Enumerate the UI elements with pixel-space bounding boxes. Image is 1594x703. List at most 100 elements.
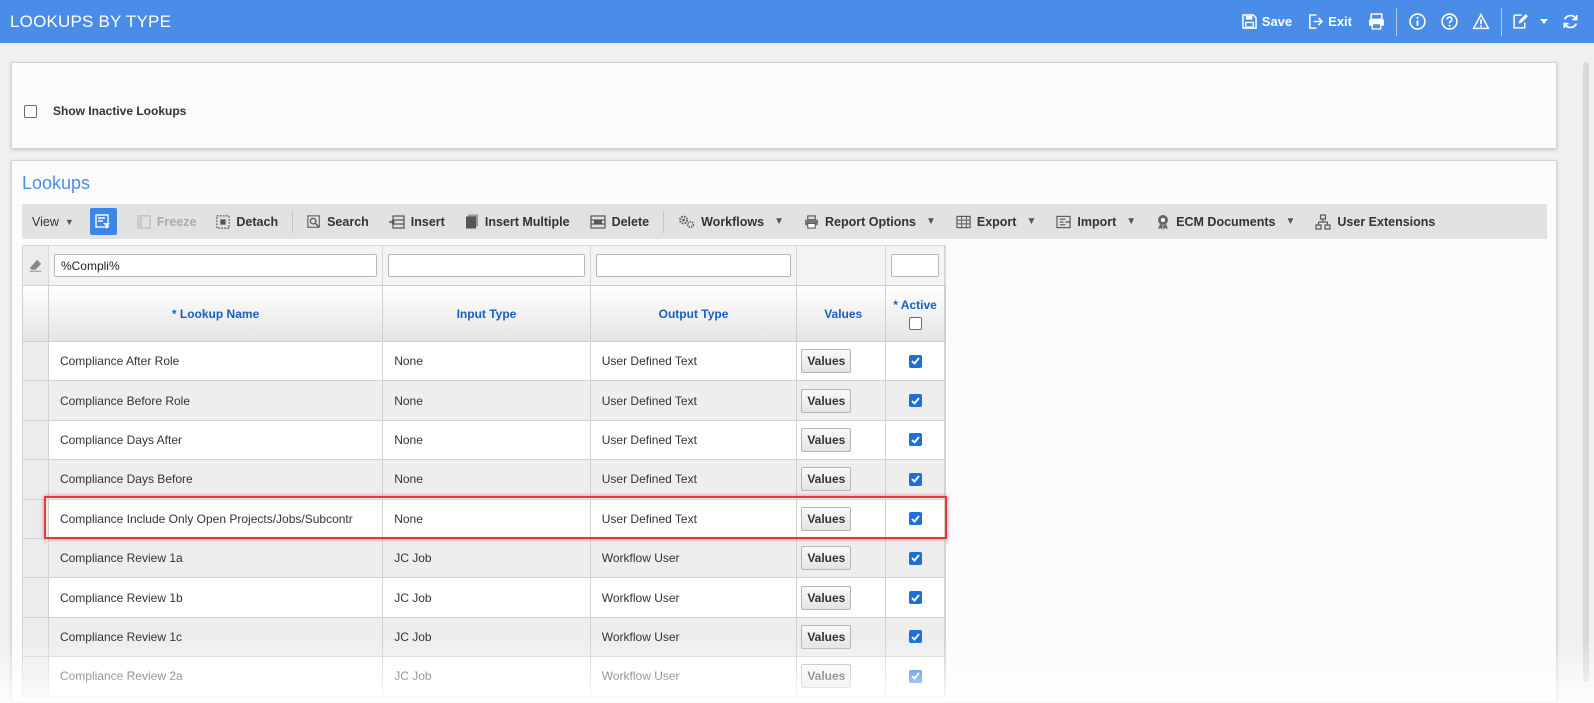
edit-layout-button[interactable]	[1506, 0, 1534, 43]
insert-button[interactable]: Insert	[379, 204, 455, 239]
output-type-filter-input[interactable]	[595, 254, 792, 277]
select-all-active-checkbox[interactable]	[908, 316, 922, 330]
row-selector[interactable]	[23, 342, 49, 381]
output-type-cell[interactable]: User Defined Text	[591, 499, 798, 538]
output-type-cell[interactable]: Workflow User	[591, 617, 798, 657]
values-button[interactable]: Values	[801, 427, 852, 452]
output-type-cell[interactable]: User Defined Text	[591, 420, 798, 460]
input-type-cell[interactable]: JC Job	[383, 578, 591, 617]
row-selector[interactable]	[23, 617, 49, 657]
view-menu[interactable]: View ▼	[22, 204, 84, 239]
output-type-cell[interactable]: Workflow User	[591, 538, 798, 578]
values-button[interactable]: Values	[801, 624, 852, 649]
table-row[interactable]: Compliance Days After None User Defined Te…	[22, 420, 946, 461]
active-checkbox[interactable]	[908, 630, 922, 644]
lookup-name-cell[interactable]: Compliance Review 1b	[49, 578, 384, 617]
input-type-cell[interactable]: None	[383, 381, 591, 420]
ecm-documents-button[interactable]: ECM Documents	[1146, 204, 1285, 239]
table-row[interactable]: Compliance Days Before None User Defined T…	[22, 460, 946, 500]
lookup-name-cell[interactable]: Compliance Days Before	[49, 460, 384, 499]
input-type-cell[interactable]: JC Job	[383, 657, 591, 696]
report-options-button[interactable]: Report Options	[794, 204, 926, 239]
input-type-filter-input[interactable]	[388, 254, 585, 277]
values-button[interactable]: Values	[801, 546, 852, 571]
lookup-name-filter-input[interactable]	[53, 254, 378, 277]
search-button[interactable]: Search	[297, 204, 379, 239]
ecm-documents-dropdown[interactable]: ▼	[1286, 216, 1306, 227]
lookup-name-cell[interactable]: Compliance Review 1c	[49, 617, 384, 657]
active-checkbox[interactable]	[908, 591, 922, 605]
active-checkbox[interactable]	[908, 551, 922, 565]
input-type-header[interactable]: Input Type	[383, 286, 591, 341]
active-checkbox[interactable]	[908, 394, 922, 408]
lookup-name-cell[interactable]: Compliance After Role	[49, 342, 384, 381]
workflows-button[interactable]: Workflows	[668, 204, 774, 239]
input-type-cell[interactable]: JC Job	[383, 617, 591, 657]
delete-button[interactable]: Delete	[580, 204, 660, 239]
active-checkbox[interactable]	[908, 472, 922, 486]
detach-button[interactable]: Detach	[206, 204, 288, 239]
output-type-cell[interactable]: Workflow User	[591, 657, 798, 696]
output-type-cell[interactable]: Workflow User	[591, 578, 798, 617]
active-checkbox[interactable]	[908, 669, 922, 683]
save-button[interactable]: Save	[1234, 0, 1300, 43]
active-header[interactable]: * Active	[886, 286, 945, 341]
print-button[interactable]	[1360, 0, 1392, 43]
values-button[interactable]: Values	[801, 467, 852, 492]
row-selector[interactable]	[23, 460, 49, 499]
table-row[interactable]: Compliance Before Role None User Defined T…	[22, 381, 946, 421]
help-button[interactable]	[1433, 0, 1465, 43]
lookup-name-cell[interactable]: Compliance Include Only Open Projects/Jo…	[49, 499, 384, 538]
info-button[interactable]	[1401, 0, 1433, 43]
active-checkbox[interactable]	[908, 433, 922, 447]
import-dropdown[interactable]: ▼	[1126, 216, 1146, 227]
insert-multiple-button[interactable]: Insert Multiple	[455, 204, 580, 239]
lookup-name-header[interactable]: * Lookup Name	[49, 286, 384, 341]
table-row[interactable]: Compliance Review 2a JC Job Workflow User V…	[22, 657, 946, 697]
row-selector[interactable]	[23, 499, 49, 538]
active-filter-input[interactable]	[891, 254, 939, 277]
export-button[interactable]: Export	[946, 204, 1027, 239]
row-selector[interactable]	[23, 657, 49, 696]
output-type-cell[interactable]: User Defined Text	[591, 342, 798, 381]
values-button[interactable]: Values	[801, 664, 852, 689]
input-type-cell[interactable]: None	[383, 499, 591, 538]
workflows-dropdown[interactable]: ▼	[774, 216, 794, 227]
import-button[interactable]: Import	[1046, 204, 1126, 239]
export-dropdown[interactable]: ▼	[1026, 216, 1046, 227]
lookup-name-cell[interactable]: Compliance Review 2a	[49, 657, 384, 696]
row-selector[interactable]	[23, 420, 49, 460]
lookup-name-cell[interactable]: Compliance Days After	[49, 420, 384, 460]
table-row[interactable]: Compliance Review 1c JC Job Workflow User V…	[22, 617, 946, 658]
refresh-button[interactable]	[1554, 0, 1586, 43]
values-button[interactable]: Values	[801, 585, 852, 610]
active-checkbox[interactable]	[908, 512, 922, 526]
eraser-icon[interactable]	[29, 259, 42, 272]
row-selector[interactable]	[23, 578, 49, 617]
table-row[interactable]: Compliance After Role None User Defined Te…	[22, 342, 946, 382]
values-button[interactable]: Values	[801, 388, 852, 413]
output-type-cell[interactable]: User Defined Text	[591, 381, 798, 420]
input-type-cell[interactable]: JC Job	[383, 538, 591, 578]
layout-dropdown-button[interactable]	[1534, 0, 1554, 43]
row-selector[interactable]	[23, 538, 49, 578]
output-type-cell[interactable]: User Defined Text	[591, 460, 798, 499]
lookup-name-cell[interactable]: Compliance Before Role	[49, 381, 384, 420]
values-button[interactable]: Values	[801, 349, 852, 374]
freeze-button[interactable]: Freeze	[127, 204, 207, 239]
table-row[interactable]: Compliance Review 1a JC Job Workflow User V…	[22, 538, 946, 579]
input-type-cell[interactable]: None	[383, 420, 591, 460]
table-row[interactable]: Compliance Include Only Open Projects/Jo…	[22, 499, 946, 539]
user-extensions-button[interactable]: User Extensions	[1305, 204, 1445, 239]
input-type-cell[interactable]: None	[383, 460, 591, 499]
active-checkbox[interactable]	[908, 354, 922, 368]
table-row[interactable]: Compliance Review 1b JC Job Workflow User V…	[22, 578, 946, 618]
report-options-dropdown[interactable]: ▼	[926, 216, 946, 227]
values-button[interactable]: Values	[801, 506, 852, 531]
exit-button[interactable]: Exit	[1300, 0, 1360, 43]
show-inactive-checkbox[interactable]	[24, 104, 37, 118]
output-type-header[interactable]: Output Type	[591, 286, 798, 341]
filter-toggle-button[interactable]	[89, 208, 117, 235]
page-scrollbar[interactable]	[1583, 62, 1589, 682]
lookup-name-cell[interactable]: Compliance Review 1a	[49, 538, 384, 578]
